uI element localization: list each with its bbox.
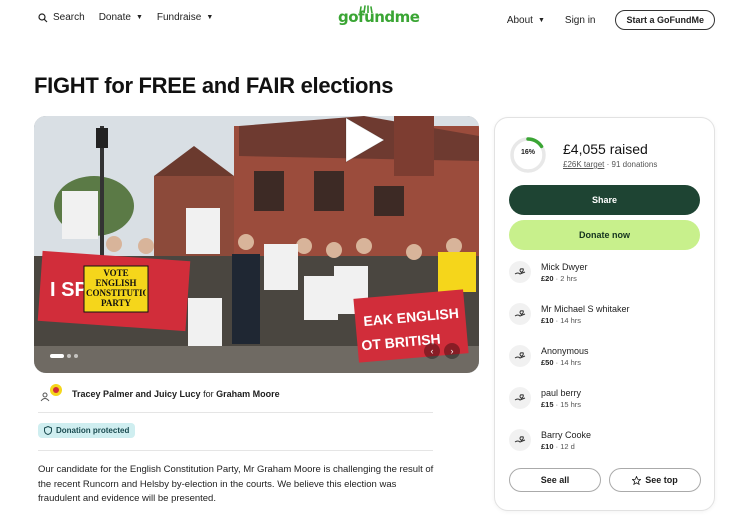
donor-time: 15 hrs [560, 399, 582, 409]
organizer-row: Tracey Palmer and Juicy Lucy for Graham … [38, 384, 280, 404]
carousel-dot[interactable] [74, 354, 78, 358]
donor-amount: £15 [541, 399, 554, 409]
organizer-avatar [38, 384, 64, 404]
organizer-names[interactable]: Tracey Palmer and Juicy Lucy [72, 389, 201, 399]
organizer-text: Tracey Palmer and Juicy Lucy for Graham … [72, 389, 280, 399]
donation-card: 16% £4,055 raised £26K target · 91 donat… [494, 117, 715, 511]
caret-down-icon: ▼ [537, 16, 545, 24]
signin-link[interactable]: Sign in [565, 15, 596, 26]
donor-time: 12 d [560, 441, 575, 451]
caret-down-icon: ▼ [135, 14, 143, 21]
fundraise-menu[interactable]: Fundraise ▼ [157, 12, 213, 23]
nav-left: Search Donate ▼ Fundraise ▼ [38, 12, 213, 23]
carousel-dot-active[interactable] [50, 354, 64, 358]
start-gofundme-button[interactable]: Start a GoFundMe [615, 10, 715, 30]
donation-hand-icon [509, 387, 531, 409]
donor-time: 14 hrs [560, 357, 582, 367]
star-icon [632, 475, 642, 485]
see-all-button[interactable]: See all [509, 468, 601, 492]
donor-time: 14 hrs [560, 315, 582, 325]
caret-down-icon: ▼ [206, 14, 214, 21]
donor-amount: £10 [541, 441, 554, 451]
campaign-description: Our candidate for the English Constituti… [38, 464, 434, 504]
amount-raised: £4,055 raised [563, 141, 648, 157]
donate-menu-label: Donate [98, 12, 131, 23]
donate-now-button[interactable]: Donate now [509, 220, 700, 250]
carousel-dot[interactable] [67, 354, 71, 358]
vote-sign-text: VOTE ENGLISH CONSTITUTION PARTY [86, 268, 146, 308]
badge-icon [50, 384, 62, 396]
share-button[interactable]: Share [509, 185, 700, 215]
about-menu[interactable]: About ▼ [507, 15, 545, 26]
donor-name: Barry Cooke [541, 429, 592, 440]
donor-amount: £20 [541, 273, 554, 283]
donation-hand-icon [509, 261, 531, 283]
donor-name: paul berry [541, 387, 582, 398]
separator: · [606, 160, 610, 169]
campaign-photo: I SP VOTE ENGLISH CONSTITUTION PARTY EAK… [34, 116, 479, 373]
donor-amount: £10 [541, 315, 554, 325]
see-all-label: See all [540, 475, 570, 485]
target-link[interactable]: £26K target [563, 160, 604, 169]
shield-icon [44, 426, 52, 435]
see-top-button[interactable]: See top [609, 468, 701, 492]
donor-amount: £50 [541, 357, 554, 367]
donor-meta: £10 · 12 d [541, 441, 575, 451]
donor-item: Anonymous £50 · 14 hrs [509, 345, 589, 367]
target-summary: £26K target · 91 donations [563, 160, 657, 169]
donor-meta: £50 · 14 hrs [541, 357, 582, 367]
play-icon[interactable] [340, 116, 388, 164]
donor-item: Mr Michael S whitaker £10 · 14 hrs [509, 303, 630, 325]
donation-hand-icon [509, 429, 531, 451]
progress-label: 16% [520, 149, 535, 156]
donor-item: Barry Cooke £10 · 12 d [509, 429, 591, 451]
donor-name: Mr Michael S whitaker [541, 303, 630, 314]
campaign-media[interactable]: I SP VOTE ENGLISH CONSTITUTION PARTY EAK… [34, 116, 479, 373]
donor-meta: £20 · 2 hrs [541, 273, 577, 283]
search-label: Search [53, 12, 85, 23]
donor-item: Mick Dwyer £20 · 2 hrs [509, 261, 588, 283]
organizer-for: for [203, 389, 214, 399]
search-icon [38, 12, 48, 22]
fundraise-menu-label: Fundraise [156, 12, 202, 23]
about-menu-label: About [506, 14, 533, 26]
carousel-arrows: ‹ › [424, 343, 460, 359]
beneficiary-name[interactable]: Graham Moore [216, 389, 280, 399]
logo-sprout-icon [359, 5, 373, 13]
donor-item: paul berry £15 · 15 hrs [509, 387, 581, 409]
donate-menu[interactable]: Donate ▼ [99, 12, 143, 23]
user-icon [40, 392, 50, 402]
donor-name: Mick Dwyer [541, 261, 588, 272]
page-title: FIGHT for FREE and FAIR elections [34, 73, 394, 98]
protected-label: Donation protected [56, 426, 130, 435]
divider [38, 412, 433, 413]
prev-arrow-icon[interactable]: ‹ [424, 343, 440, 359]
donation-hand-icon [509, 303, 531, 325]
donor-name: Anonymous [541, 345, 589, 356]
logo-text: gofundme [338, 8, 420, 26]
signin-label: Sign in [564, 14, 596, 26]
next-arrow-icon[interactable]: › [444, 343, 460, 359]
divider [38, 450, 433, 451]
gofundme-logo[interactable]: gofundme [338, 5, 420, 26]
nav-right: About ▼ Sign in Start a GoFundMe [507, 10, 715, 30]
donation-count: 91 donations [611, 160, 658, 169]
search-button[interactable]: Search [38, 12, 85, 23]
donation-protected-badge[interactable]: Donation protected [38, 423, 136, 438]
see-top-label: See top [645, 475, 678, 485]
donor-time: 2 hrs [560, 273, 577, 283]
carousel-dots [50, 354, 78, 358]
donor-meta: £10 · 14 hrs [541, 315, 582, 325]
donor-meta: £15 · 15 hrs [541, 399, 582, 409]
top-nav: Search Donate ▼ Fundraise ▼ gofundme Abo… [0, 0, 733, 38]
donation-hand-icon [509, 345, 531, 367]
sign-left-text: I SP [50, 279, 88, 301]
